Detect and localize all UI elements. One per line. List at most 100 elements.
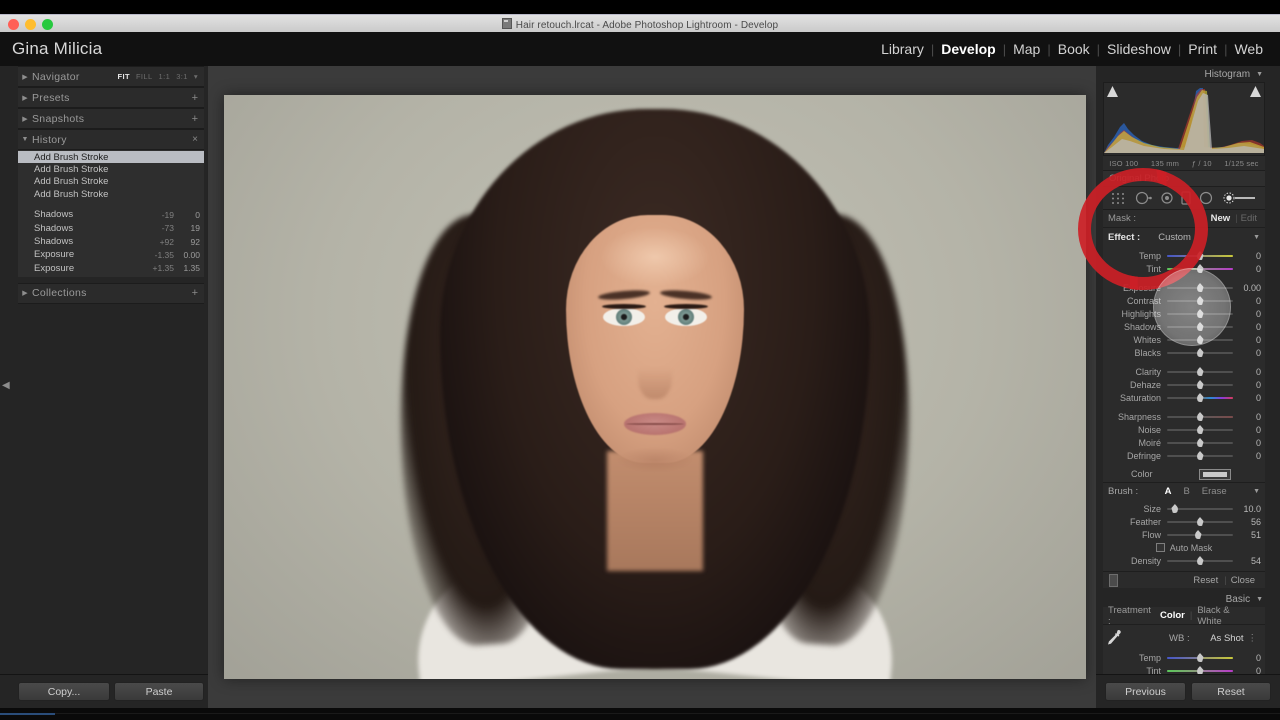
module-library[interactable]: Library (874, 41, 931, 57)
zoom-3-1[interactable]: 3:1 (176, 72, 188, 81)
brush-header[interactable]: Brush : A B Erase ▼ (1103, 482, 1265, 500)
slider-track[interactable] (1167, 380, 1233, 389)
presets-header[interactable]: ▶ Presets + (18, 87, 204, 108)
brush-footer[interactable]: Reset | Close (1103, 571, 1265, 588)
slider-clarity[interactable]: Clarity 0 (1103, 365, 1265, 378)
image-canvas[interactable] (208, 66, 1096, 708)
history-item[interactable]: Shadows -19 0 (18, 209, 204, 221)
slider-brush-flow[interactable]: Flow 51 (1103, 528, 1265, 541)
zoom-dropdown-icon[interactable]: ▾ (194, 72, 198, 81)
chevron-down-icon[interactable]: ▼ (1256, 596, 1263, 603)
zoom-fit[interactable]: FIT (117, 72, 129, 81)
module-picker[interactable]: Library | Develop | Map | Book | Slidesh… (874, 41, 1270, 57)
slider-track[interactable] (1167, 393, 1233, 402)
chevron-down-icon[interactable]: ▼ (1256, 71, 1263, 78)
slider-track[interactable] (1167, 348, 1233, 357)
module-book[interactable]: Book (1051, 41, 1097, 57)
slider-noise[interactable]: Noise 0 (1103, 423, 1265, 436)
slider-brush-size[interactable]: Size 10.0 (1103, 502, 1265, 515)
slider-track[interactable] (1167, 530, 1233, 539)
clear-history-icon[interactable]: × (192, 134, 198, 145)
auto-mask-toggle[interactable]: Auto Mask (1103, 541, 1265, 554)
slider-blacks[interactable]: Blacks 0 (1103, 346, 1265, 359)
toggle-switch-icon[interactable] (1109, 573, 1118, 587)
history-list[interactable]: Add Brush Stroke Add Brush Stroke Add Br… (18, 150, 204, 277)
add-snapshot-icon[interactable]: + (192, 113, 198, 125)
history-item[interactable]: Add Brush Stroke (18, 163, 204, 175)
auto-mask-checkbox[interactable] (1155, 543, 1165, 552)
history-item[interactable]: Shadows +92 92 (18, 235, 204, 247)
slider-track[interactable] (1167, 438, 1233, 447)
zoom-1-1[interactable]: 1:1 (159, 72, 171, 81)
slider-moire[interactable]: Moiré 0 (1103, 436, 1265, 449)
brush-option-erase[interactable]: Erase (1196, 486, 1233, 497)
disclosure-triangle-icon[interactable]: ▶ (18, 115, 32, 123)
disclosure-triangle-down-icon[interactable]: ▼ (18, 136, 32, 143)
slider-track[interactable] (1167, 504, 1233, 513)
adjustment-brush-icon[interactable] (1221, 191, 1257, 205)
history-item[interactable]: Shadows -73 19 (18, 222, 204, 234)
treatment-black-and-white[interactable]: Black & White (1192, 605, 1260, 627)
brush-option-b[interactable]: B (1177, 486, 1195, 497)
brush-option-a[interactable]: A (1159, 486, 1178, 497)
copy-button[interactable]: Copy... (18, 682, 110, 701)
history-item[interactable]: Add Brush Stroke (18, 188, 204, 200)
disclosure-triangle-icon[interactable]: ▶ (18, 73, 32, 81)
brush-reset-button[interactable]: Reset (1187, 575, 1224, 586)
mask-new-button[interactable]: New (1206, 213, 1236, 224)
slider-track[interactable] (1167, 425, 1233, 434)
module-develop[interactable]: Develop (934, 41, 1002, 57)
wb-dropdown-icon[interactable]: ⋮ (1244, 633, 1266, 644)
color-row[interactable]: Color (1103, 466, 1265, 482)
photo-preview[interactable] (224, 95, 1086, 679)
module-web[interactable]: Web (1227, 41, 1270, 57)
slider-track[interactable] (1167, 367, 1233, 376)
eyedropper-icon[interactable] (1103, 629, 1125, 648)
slider-track[interactable] (1167, 556, 1233, 565)
brush-dropdown-icon[interactable]: ▼ (1253, 488, 1260, 495)
reset-button[interactable]: Reset (1191, 682, 1271, 701)
history-item[interactable]: Add Brush Stroke (18, 176, 204, 188)
history-header[interactable]: ▼ History × (18, 129, 204, 150)
slider-saturation[interactable]: Saturation 0 (1103, 391, 1265, 404)
history-item[interactable]: Exposure +1.35 1.35 (18, 262, 204, 274)
slider-defringe[interactable]: Defringe 0 (1103, 449, 1265, 462)
slider-brush-feather[interactable]: Feather 56 (1103, 515, 1265, 528)
slider-track[interactable] (1167, 517, 1233, 526)
zoom-fill[interactable]: FILL (136, 72, 153, 81)
disclosure-triangle-icon[interactable]: ▶ (18, 289, 32, 297)
effect-dropdown-icon[interactable]: ▼ (1253, 234, 1260, 241)
treatment-row[interactable]: Treatment : Color | Black & White (1103, 605, 1265, 627)
brush-sliders[interactable]: Size 10.0 Feather 56 Flow 51 Auto Mask D… (1103, 500, 1265, 571)
slider-sharpness[interactable]: Sharpness 0 (1103, 410, 1265, 423)
slider-wb-temp[interactable]: Temp 0 (1103, 651, 1265, 664)
snapshots-header[interactable]: ▶ Snapshots + (18, 108, 204, 129)
slider-dehaze[interactable]: Dehaze 0 (1103, 378, 1265, 391)
identity-plate[interactable]: Gina Milicia (12, 39, 102, 59)
slider-track[interactable] (1167, 451, 1233, 460)
module-slideshow[interactable]: Slideshow (1100, 41, 1178, 57)
history-item[interactable]: Add Brush Stroke (18, 151, 204, 164)
slider-track[interactable] (1167, 653, 1233, 662)
show-left-panel-arrow-icon[interactable]: ◀ (2, 380, 10, 391)
history-item[interactable]: Exposure -1.35 0.00 (18, 249, 204, 261)
brush-close-button[interactable]: Close (1227, 575, 1259, 586)
module-print[interactable]: Print (1181, 41, 1224, 57)
slider-track[interactable] (1167, 412, 1233, 421)
color-swatch[interactable] (1199, 468, 1231, 480)
wb-value[interactable]: As Shot (1210, 633, 1243, 644)
navigator-zoom-levels[interactable]: FIT FILL 1:1 3:1 ▾ (117, 72, 198, 81)
module-map[interactable]: Map (1006, 41, 1047, 57)
collections-header[interactable]: ▶ Collections + (18, 282, 204, 304)
navigator-header[interactable]: ▶ Navigator FIT FILL 1:1 3:1 ▾ (18, 66, 204, 87)
white-balance-row[interactable]: WB : As Shot ⋮ (1103, 625, 1265, 651)
mask-edit-button[interactable]: Edit (1238, 213, 1260, 224)
treatment-color[interactable]: Color (1155, 610, 1190, 621)
add-collection-icon[interactable]: + (192, 287, 198, 299)
histogram-header[interactable]: Histogram ▼ (1103, 66, 1265, 82)
paste-button[interactable]: Paste (114, 682, 204, 701)
previous-button[interactable]: Previous (1105, 682, 1186, 701)
histogram-graph[interactable] (1103, 82, 1265, 156)
add-preset-icon[interactable]: + (192, 92, 198, 104)
slider-brush-density[interactable]: Density 54 (1103, 554, 1265, 567)
